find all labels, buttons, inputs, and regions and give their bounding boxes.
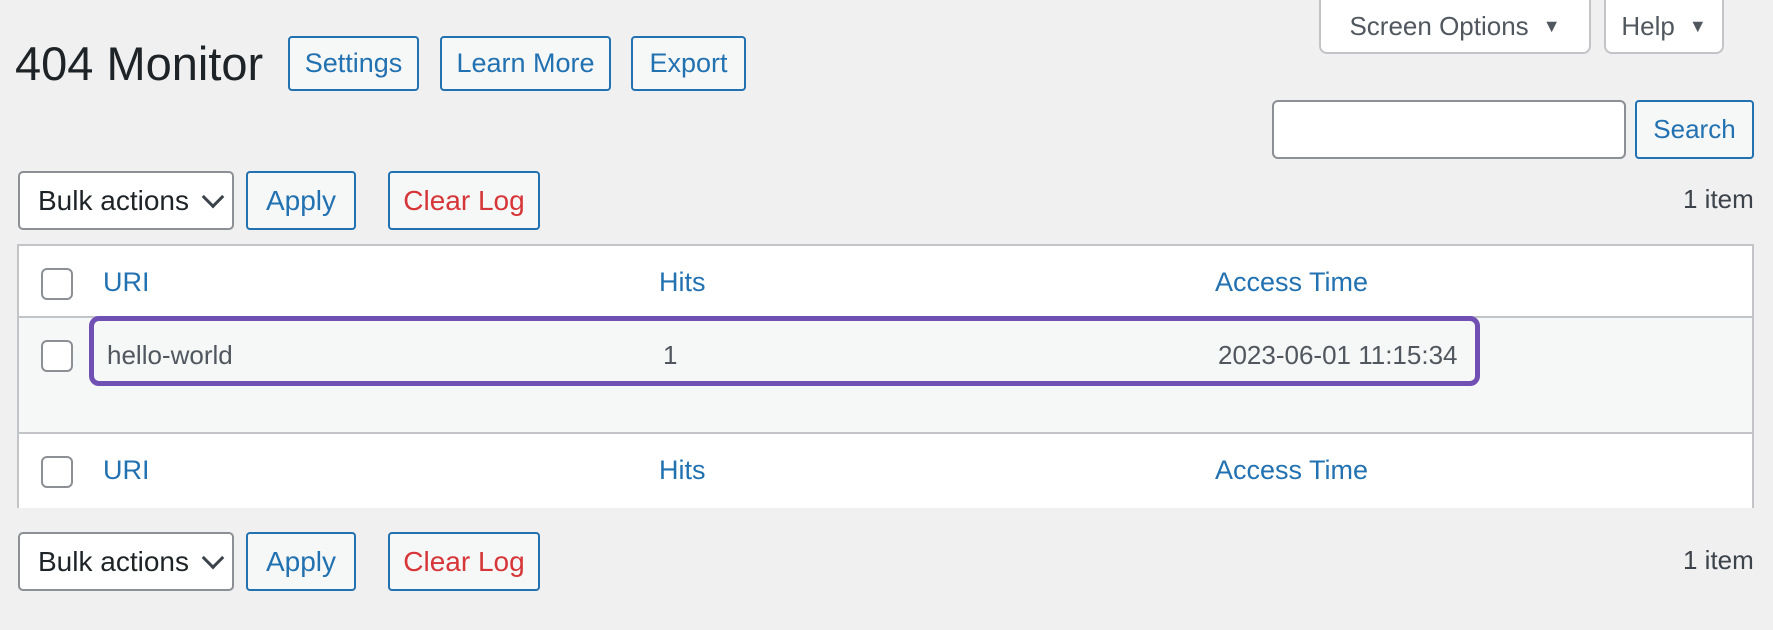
apply-button[interactable]: Apply [246,171,356,230]
apply-button-bottom[interactable]: Apply [246,532,356,591]
row-highlight-box [89,316,1480,386]
bulk-actions-label: Bulk actions [38,545,189,577]
column-footer-access-time[interactable]: Access Time [1215,455,1368,486]
screen-options-label: Screen Options [1349,10,1529,41]
column-footer-hits[interactable]: Hits [659,455,706,486]
help-tab[interactable]: Help ▼ [1604,0,1724,54]
column-header-uri[interactable]: URI [103,267,150,298]
chevron-down-icon [201,185,225,208]
triangle-down-icon: ▼ [1688,15,1707,36]
table-footer-row: URI Hits Access Time [19,436,1752,508]
search-input[interactable] [1272,100,1626,159]
settings-button[interactable]: Settings [288,36,419,91]
export-button[interactable]: Export [631,36,746,91]
clear-log-button-bottom[interactable]: Clear Log [388,532,540,591]
chevron-down-icon [201,546,225,569]
page-title: 404 Monitor [15,37,264,90]
column-header-hits[interactable]: Hits [659,267,706,298]
item-count-bottom: 1 item [1683,545,1754,575]
bulk-actions-select[interactable]: Bulk actions [18,171,234,230]
bulk-actions-select-bottom[interactable]: Bulk actions [18,532,234,591]
column-footer-uri[interactable]: URI [103,455,150,486]
item-count: 1 item [1683,184,1754,214]
screen-options-tab[interactable]: Screen Options ▼ [1319,0,1591,54]
search-button[interactable]: Search [1635,100,1754,159]
clear-log-button[interactable]: Clear Log [388,171,540,230]
row-checkbox[interactable] [41,340,73,372]
select-all-checkbox[interactable] [41,268,73,300]
triangle-down-icon: ▼ [1542,15,1561,36]
learn-more-button[interactable]: Learn More [440,36,611,91]
select-all-checkbox-footer[interactable] [41,456,73,488]
help-label: Help [1621,10,1675,41]
column-header-access-time[interactable]: Access Time [1215,267,1368,298]
bulk-actions-label: Bulk actions [38,184,189,216]
table-header-row: URI Hits Access Time [19,246,1752,318]
